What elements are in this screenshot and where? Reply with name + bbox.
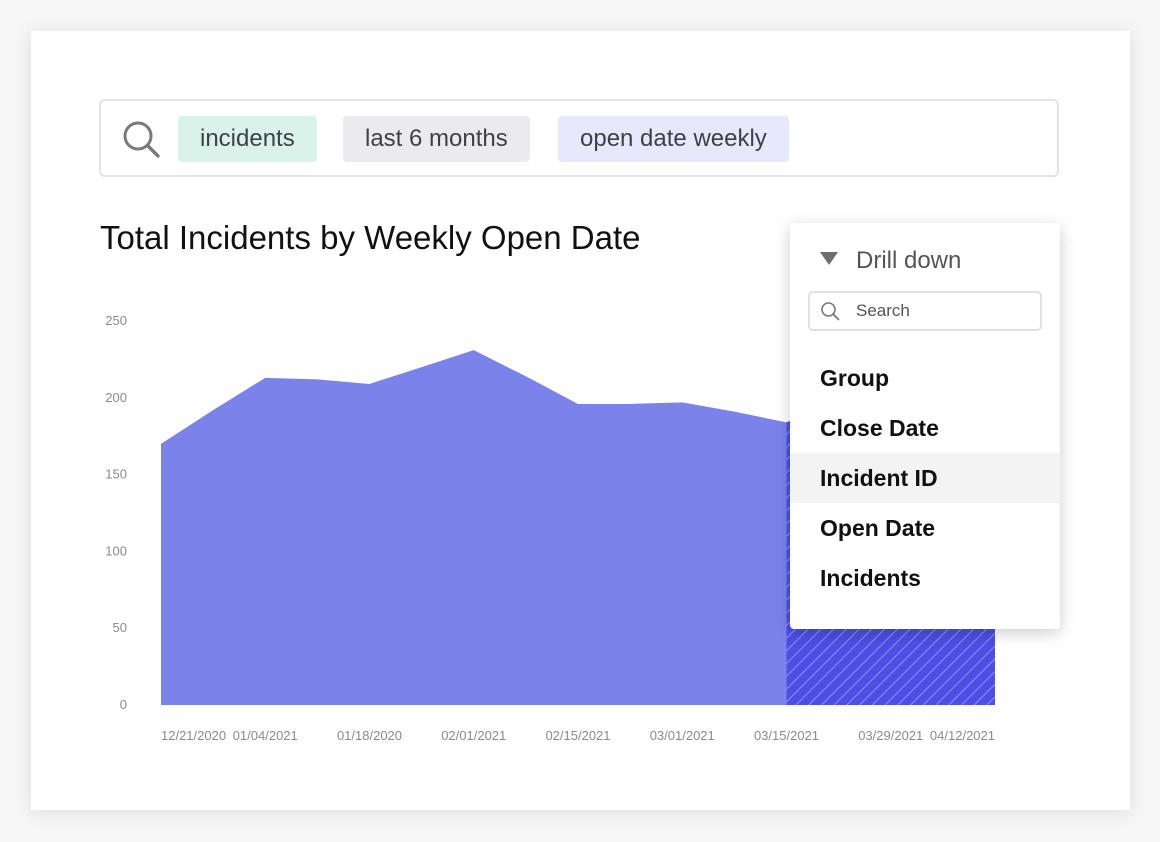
area-actual <box>161 350 787 705</box>
x-tick-label: 04/12/2021 <box>930 728 995 743</box>
drill-down-list: Group Close Date Incident ID Open Date I… <box>790 353 1060 603</box>
drill-item-open-date[interactable]: Open Date <box>790 503 1060 553</box>
x-tick-label: 12/21/2020 <box>161 728 226 743</box>
card: incidents last 6 months open date weekly… <box>31 31 1130 810</box>
drill-item-close-date[interactable]: Close Date <box>790 403 1060 453</box>
x-tick-label: 01/18/2020 <box>337 728 402 743</box>
search-icon <box>821 302 840 321</box>
drill-search-box <box>808 291 1042 331</box>
y-tick-label: 200 <box>105 390 127 405</box>
drill-down-header[interactable]: Drill down <box>820 247 961 275</box>
y-tick-label: 100 <box>105 543 127 558</box>
x-tick-label: 03/15/2021 <box>754 728 819 743</box>
y-tick-label: 150 <box>105 467 127 482</box>
drill-item-incident-id[interactable]: Incident ID <box>790 453 1060 503</box>
drill-down-title: Drill down <box>856 247 962 274</box>
drill-item-incidents[interactable]: Incidents <box>790 553 1060 603</box>
y-tick-label: 250 <box>105 313 127 328</box>
y-axis: 0 50 100 150 200 250 <box>105 313 127 712</box>
x-tick-label: 02/15/2021 <box>545 728 610 743</box>
x-tick-label: 01/04/2021 <box>233 728 298 743</box>
x-axis: 12/21/2020 01/04/2021 01/18/2020 02/01/2021… <box>161 728 995 743</box>
drill-item-group[interactable]: Group <box>790 353 1060 403</box>
x-tick-label: 03/01/2021 <box>650 728 715 743</box>
drill-search-input[interactable] <box>856 297 1031 325</box>
x-tick-label: 02/01/2021 <box>441 728 506 743</box>
drill-down-panel: Drill down Group Close Date Incident ID … <box>790 223 1060 629</box>
caret-down-icon <box>820 252 838 265</box>
y-tick-label: 0 <box>120 697 127 712</box>
x-tick-label: 03/29/2021 <box>858 728 923 743</box>
y-tick-label: 50 <box>113 620 127 635</box>
